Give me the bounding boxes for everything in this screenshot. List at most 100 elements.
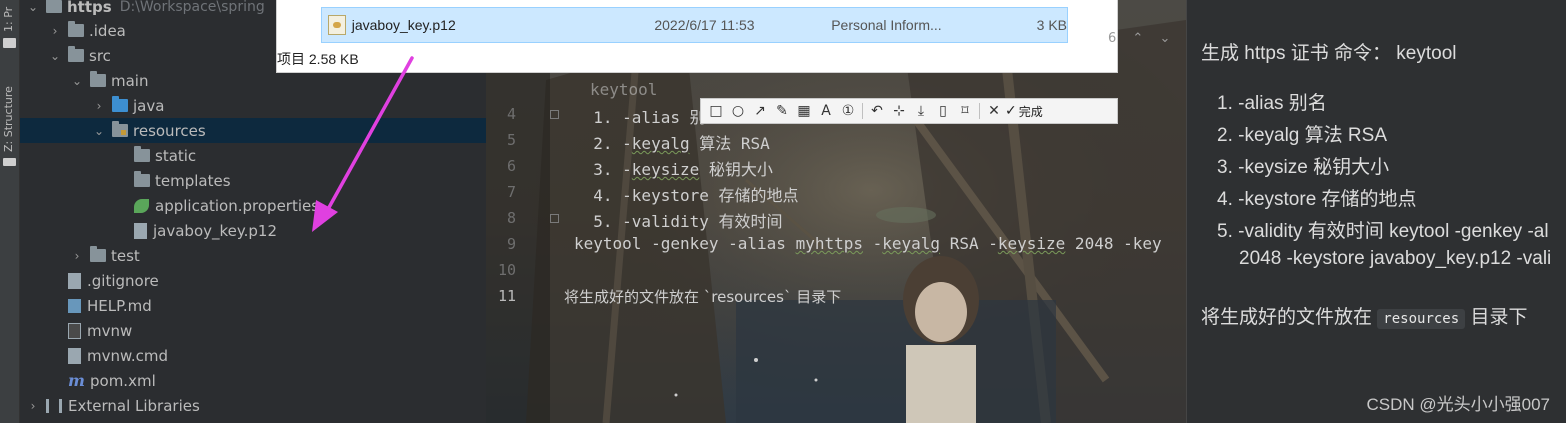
- tree-item-templates[interactable]: ›templates: [20, 168, 486, 193]
- tree-item-label: .gitignore: [87, 271, 159, 290]
- folder-icon: [90, 71, 106, 87]
- tree-item-mvnw[interactable]: ›mvnw: [20, 318, 486, 343]
- chevron-down-icon[interactable]: ⌄: [1159, 31, 1170, 46]
- explorer-file-name: javaboy_key.p12: [351, 17, 456, 33]
- toolbar-separator: [979, 103, 980, 119]
- preview-list-item: 5. -validity 有效时间 keytool -genkey -al: [1217, 221, 1549, 242]
- file-icon: [68, 272, 81, 289]
- tree-item-label: templates: [155, 171, 231, 190]
- spellcheck-token: keysize: [997, 234, 1066, 253]
- project-tool-tab[interactable]: 1: Pr: [2, 2, 18, 32]
- structure-tool-tab[interactable]: Z: Structure: [2, 72, 18, 152]
- tree-item-label: pom.xml: [90, 371, 156, 390]
- code-line[interactable]: 5. -validity 有效时间: [574, 208, 782, 232]
- csdn-watermark: CSDN @光头小小强007: [1366, 395, 1550, 414]
- bookmark-icon[interactable]: ⌑: [954, 100, 976, 122]
- tree-item-label: External Libraries: [68, 396, 200, 415]
- done-button[interactable]: ✓ 完成: [1005, 100, 1043, 122]
- markdown-preview: 生成 https 证书 命令： keytool 1. -alias 别名 2. -…: [1186, 0, 1566, 423]
- fold-marker-icon[interactable]: [550, 110, 559, 119]
- code-line[interactable]: 1. -alias 别: [574, 104, 705, 128]
- preview-item-5-continued: 2048 -keystore javaboy_key.p12 -vali: [1239, 248, 1552, 269]
- tree-item-application-properties[interactable]: ›application.properties: [20, 193, 486, 218]
- done-label: 完成: [1018, 104, 1043, 119]
- explorer-file-date: 2022/6/17 11:53: [654, 17, 755, 33]
- code-line[interactable]: 4. -keystore 存储的地点: [574, 182, 798, 206]
- preview-heading: 生成 https 证书 命令： keytool: [1201, 43, 1457, 64]
- terminal-file-icon: [68, 322, 81, 339]
- fold-marker-icon[interactable]: [550, 214, 559, 223]
- chevron-right-icon[interactable]: ›: [70, 246, 84, 266]
- code-line-partial: keytool: [590, 80, 658, 99]
- download-icon[interactable]: ⤓: [910, 100, 932, 122]
- number-icon[interactable]: ①: [837, 100, 859, 122]
- tree-item-static[interactable]: ›static: [20, 143, 486, 168]
- chevron-right-icon[interactable]: ›: [92, 96, 106, 116]
- tree-item-label: javaboy_key.p12: [153, 221, 277, 240]
- library-icon: [46, 398, 62, 413]
- spellcheck-token: myhttps: [795, 234, 863, 253]
- close-icon[interactable]: ✕: [983, 100, 1005, 122]
- folder-icon: [68, 21, 84, 37]
- file-explorer-popup: javaboy_key.p12 2022/6/17 11:53 Personal…: [276, 0, 1118, 73]
- explorer-file-row[interactable]: javaboy_key.p12 2022/6/17 11:53 Personal…: [321, 7, 1068, 43]
- text-icon[interactable]: A: [815, 100, 837, 122]
- chevron-up-icon[interactable]: ⌃: [1132, 31, 1143, 46]
- code-line[interactable]: 将生成好的文件放在 `resources` 目录下: [564, 286, 841, 307]
- spellcheck-token: keyalg: [882, 234, 941, 253]
- editor-corner-controls: 6 ⌃ ⌄: [1108, 31, 1170, 46]
- explorer-status-bar: 项目 2.58 KB: [277, 51, 359, 67]
- tree-item-java[interactable]: › java: [20, 93, 486, 118]
- tree-item-pom-xml[interactable]: ›mpom.xml: [20, 368, 486, 393]
- source-folder-icon: [112, 96, 128, 112]
- chevron-down-icon[interactable]: ⌄: [26, 0, 40, 17]
- pin-icon[interactable]: ⊹: [888, 100, 910, 122]
- line-number: 4: [506, 105, 516, 123]
- tree-root-path: D:\Workspace\spring: [119, 0, 265, 15]
- folder-icon: [134, 146, 150, 162]
- toolbar-separator: [862, 103, 863, 119]
- preview-list-item: 2. -keyalg 算法 RSA: [1217, 125, 1387, 146]
- tree-item-label: main: [111, 71, 149, 90]
- snip-toolbar: □ ○ ↗ ✎ ▦ A ① ↶ ⊹ ⤓ ▯ ⌑ ✕ ✓ 完成: [700, 98, 1118, 124]
- key-file-icon: [134, 222, 147, 239]
- undo-icon[interactable]: ↶: [866, 100, 888, 122]
- pen-icon[interactable]: ✎: [771, 100, 793, 122]
- chevron-down-icon[interactable]: ⌄: [92, 121, 106, 141]
- tree-item-mvnw-cmd[interactable]: ›mvnw.cmd: [20, 343, 486, 368]
- spellcheck-token: keyalg: [631, 134, 690, 153]
- folder-icon: [90, 246, 106, 262]
- chevron-right-icon[interactable]: ›: [26, 396, 40, 416]
- tree-item-javaboy-key-p12[interactable]: ›javaboy_key.p12: [20, 218, 486, 243]
- tree-item-label: java: [133, 96, 165, 115]
- chevron-down-icon[interactable]: ⌄: [70, 71, 84, 91]
- editor-line-count-hint: 6: [1108, 31, 1117, 46]
- arrow-icon[interactable]: ↗: [749, 100, 771, 122]
- chevron-down-icon[interactable]: ⌄: [48, 46, 62, 66]
- code-line[interactable]: 2. -keyalg 算法 RSA: [574, 130, 770, 154]
- tree-item-gitignore[interactable]: ›.gitignore: [20, 268, 486, 293]
- save-icon[interactable]: ▯: [932, 100, 954, 122]
- tree-item-help-md[interactable]: ›HELP.md: [20, 293, 486, 318]
- folder-icon: [3, 38, 16, 48]
- tree-item-test[interactable]: › test: [20, 243, 486, 268]
- tree-root-label: https: [67, 0, 112, 16]
- markdown-file-icon: [68, 298, 81, 313]
- mosaic-icon[interactable]: ▦: [793, 100, 815, 122]
- preview-inline-code: resources: [1377, 309, 1466, 329]
- line-number: 8: [506, 209, 516, 227]
- tree-item-external-libraries[interactable]: › External Libraries: [20, 393, 486, 418]
- tree-item-label: application.properties: [155, 196, 320, 215]
- preview-paragraph-before: 将生成好的文件放在: [1201, 307, 1373, 328]
- code-line[interactable]: 3. -keysize 秘钥大小: [574, 156, 773, 180]
- resources-folder-icon: [112, 121, 128, 137]
- rect-icon[interactable]: □: [705, 100, 727, 122]
- tree-item-label: .idea: [89, 21, 126, 40]
- chevron-right-icon[interactable]: ›: [48, 21, 62, 41]
- tree-item-label: src: [89, 46, 111, 65]
- ellipse-icon[interactable]: ○: [727, 100, 749, 122]
- code-line[interactable]: keytool -genkey -alias myhttps -keyalg R…: [574, 234, 1162, 253]
- tree-item-label: resources: [133, 121, 206, 140]
- line-number: 7: [506, 183, 516, 201]
- tree-item-resources[interactable]: ⌄ resources: [20, 118, 486, 143]
